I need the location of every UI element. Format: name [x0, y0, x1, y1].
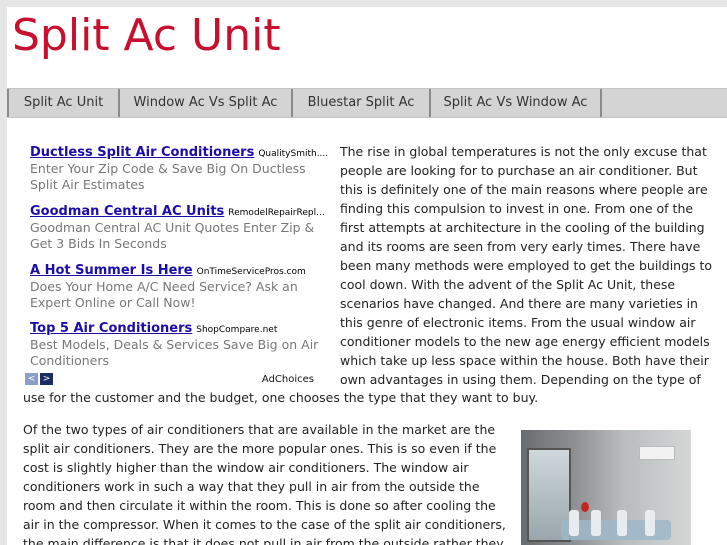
ad-source: OnTimeServicePros.com: [196, 267, 306, 277]
ad-description: Does Your Home A/C Need Service? Ask an …: [30, 279, 298, 310]
ad-block: Ductless Split Air Conditioners QualitySm…: [24, 137, 328, 389]
ad-pager: < >: [25, 373, 53, 387]
ad-prev-button[interactable]: <: [25, 373, 38, 385]
ad-item[interactable]: A Hot Summer Is Here OnTimeServicePros.co…: [30, 259, 324, 311]
room-photo: [521, 430, 691, 545]
ad-item[interactable]: Ductless Split Air Conditioners QualitySm…: [30, 141, 328, 193]
nav-item-window-ac-vs-split-ac[interactable]: Window Ac Vs Split Ac: [118, 89, 291, 117]
ad-source: RemodelRepairRepl...: [228, 208, 325, 218]
ad-description: Enter Your Zip Code & Save Big On Ductle…: [30, 161, 306, 192]
nav-item-split-ac-unit[interactable]: Split Ac Unit: [7, 89, 118, 117]
photo-chair: [569, 510, 579, 536]
article-paragraph-2: Of the two types of air conditioners tha…: [23, 422, 506, 545]
nav-item-bluestar-split-ac[interactable]: Bluestar Split Ac: [291, 89, 429, 117]
ad-title-link[interactable]: Goodman Central AC Units: [30, 204, 224, 219]
ad-description: Best Models, Deals & Services Save Big o…: [30, 337, 319, 368]
adchoices-icon: [316, 372, 325, 384]
ad-title-link[interactable]: Top 5 Air Conditioners: [30, 321, 192, 336]
ad-description: Goodman Central AC Unit Quotes Enter Zip…: [30, 220, 315, 251]
photo-flowers: [581, 502, 589, 512]
page: Split Ac Unit Split Ac Unit Window Ac Vs…: [7, 7, 727, 545]
ad-next-button[interactable]: >: [40, 373, 53, 385]
ad-title-link[interactable]: Ductless Split Air Conditioners: [30, 145, 254, 160]
ad-item[interactable]: Goodman Central AC Units RemodelRepairRep…: [30, 200, 325, 252]
main-nav: Split Ac Unit Window Ac Vs Split Ac Blue…: [7, 88, 727, 118]
ad-source: QualitySmith....: [258, 149, 329, 159]
ad-title-link[interactable]: A Hot Summer Is Here: [30, 263, 193, 278]
ad-source: ShopCompare.net: [196, 325, 278, 335]
nav-divider-end: [600, 89, 602, 117]
article-paragraph-1: The rise in global temperatures is not t…: [340, 144, 713, 387]
adchoices-link[interactable]: AdChoices: [261, 372, 325, 385]
nav-item-split-ac-vs-window-ac[interactable]: Split Ac Vs Window Ac: [429, 89, 600, 117]
photo-chair: [617, 510, 627, 536]
photo-chair: [591, 510, 601, 536]
photo-chair: [645, 510, 655, 536]
ad-item[interactable]: Top 5 Air Conditioners ShopCompare.net Be…: [30, 317, 324, 369]
adchoices-label: AdChoices: [261, 374, 314, 385]
photo-ac-unit: [639, 446, 675, 460]
site-title[interactable]: Split Ac Unit: [12, 9, 281, 63]
article-paragraph-1-continued: use for the customer and the budget, one…: [23, 390, 539, 405]
